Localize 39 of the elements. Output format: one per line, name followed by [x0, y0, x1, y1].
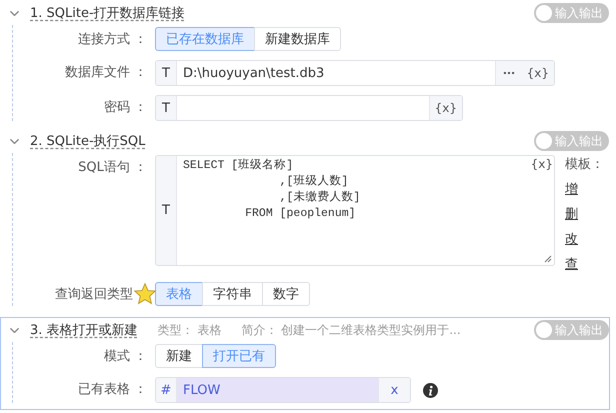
code-line: ,[班级人数] [278, 174, 348, 190]
field-label: 模式 ： [104, 348, 147, 365]
template-link[interactable]: 增 [565, 180, 578, 198]
resize-icon[interactable] [544, 255, 552, 263]
field-label: 数据库文件 ： [64, 64, 147, 81]
info-icon[interactable] [423, 382, 438, 398]
option-tab[interactable]: 数字 [262, 282, 310, 306]
type-tag: T [156, 156, 177, 265]
option-tab[interactable]: 新建数据库 [254, 27, 341, 51]
variable-button[interactable]: {x} [522, 61, 554, 85]
variable-button[interactable]: {x} [428, 96, 462, 120]
code-line: SELECT [班级名称] [183, 158, 294, 174]
step-title[interactable]: 1. SQLite-打开数据库链接 [30, 4, 185, 22]
field-label: 查询返回类型 [55, 286, 133, 303]
template-link[interactable]: 删 [565, 205, 578, 223]
option-tab[interactable]: 新建 [155, 344, 203, 368]
field-label: 密码 ： [104, 99, 147, 116]
field-label: SQL语句 ： [78, 159, 147, 176]
variable-field[interactable]: # FLOW x [155, 377, 411, 403]
template-link[interactable]: 改 [565, 230, 578, 248]
code-line: FROM [peoplenum] [244, 206, 356, 222]
template-label: 模板： [565, 156, 604, 173]
clear-button[interactable]: x [378, 378, 410, 402]
type-tag: T [156, 96, 177, 120]
field-label: 已有表格 ： [78, 381, 147, 398]
step-meta: 类型： 表格 [158, 322, 222, 338]
field-label: 连接方式 ： [78, 31, 147, 48]
variable-button[interactable]: {x} [530, 157, 553, 171]
step-meta: 简介： 创建一个二维表格类型实例用于... [241, 322, 461, 338]
type-tag: T [156, 61, 177, 85]
type-tag: # [156, 378, 177, 402]
step-title[interactable]: 3. 表格打开或新建 [30, 321, 138, 339]
text-field[interactable]: T D:\huoyuyan\test.db3 {x} [155, 60, 555, 86]
step-title[interactable]: 2. SQLite-执行SQL [30, 132, 146, 150]
template-link[interactable]: 查 [565, 255, 578, 273]
text-field[interactable]: T {x} [155, 95, 463, 121]
sql-textarea[interactable]: T SELECT [班级名称] ,[班级人数] ,[未缴费人数] FROM [peoplenum] {x} [155, 155, 555, 266]
code-line: ,[未缴费人数] [278, 190, 360, 206]
option-tab[interactable]: 字符串 [202, 282, 263, 306]
